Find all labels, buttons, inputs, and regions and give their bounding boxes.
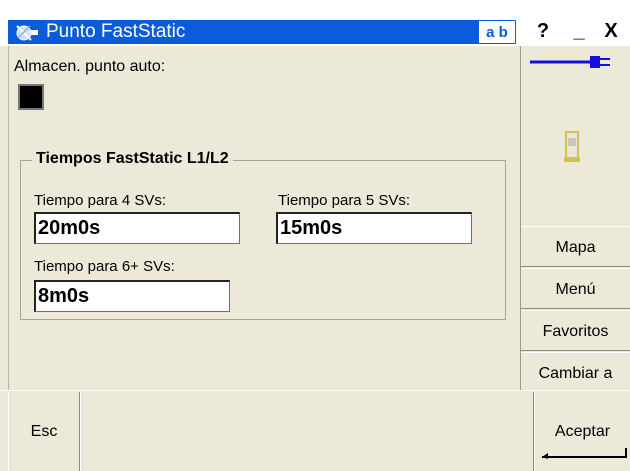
time-4svs-input[interactable]: 20m0s (34, 212, 240, 244)
time-5svs-input[interactable]: 15m0s (276, 212, 472, 244)
map-button[interactable]: Mapa (521, 226, 630, 267)
input-mode-toggle[interactable]: a b (478, 20, 516, 44)
esc-button[interactable]: Esc (8, 392, 80, 471)
group-title: Tiempos FastStatic L1/L2 (32, 150, 233, 168)
auto-store-label: Almacen. punto auto: (14, 58, 166, 75)
time-4svs-label: Tiempo para 4 SVs: (34, 192, 167, 209)
enter-key-indicator-icon (538, 446, 630, 460)
time-5svs-label: Tiempo para 5 SVs: (278, 192, 411, 209)
auto-store-checkbox[interactable] (18, 84, 44, 110)
window-title: Punto FastStatic (46, 21, 186, 42)
favorites-button[interactable]: Favoritos (521, 310, 630, 351)
satellite-app-icon (12, 20, 40, 44)
help-button[interactable]: ? (530, 20, 556, 44)
instrument-icon (554, 126, 590, 166)
close-button[interactable]: X (598, 20, 624, 44)
time-6svs-input[interactable]: 8m0s (34, 280, 230, 312)
cable-connection-icon (528, 52, 620, 72)
switch-to-button[interactable]: Cambiar a (521, 352, 630, 393)
bottom-empty-slot (80, 392, 534, 471)
minimize-button[interactable]: _ (566, 20, 592, 44)
time-6svs-label: Tiempo para 6+ SVs: (34, 258, 175, 275)
menu-button[interactable]: Menú (521, 268, 630, 309)
